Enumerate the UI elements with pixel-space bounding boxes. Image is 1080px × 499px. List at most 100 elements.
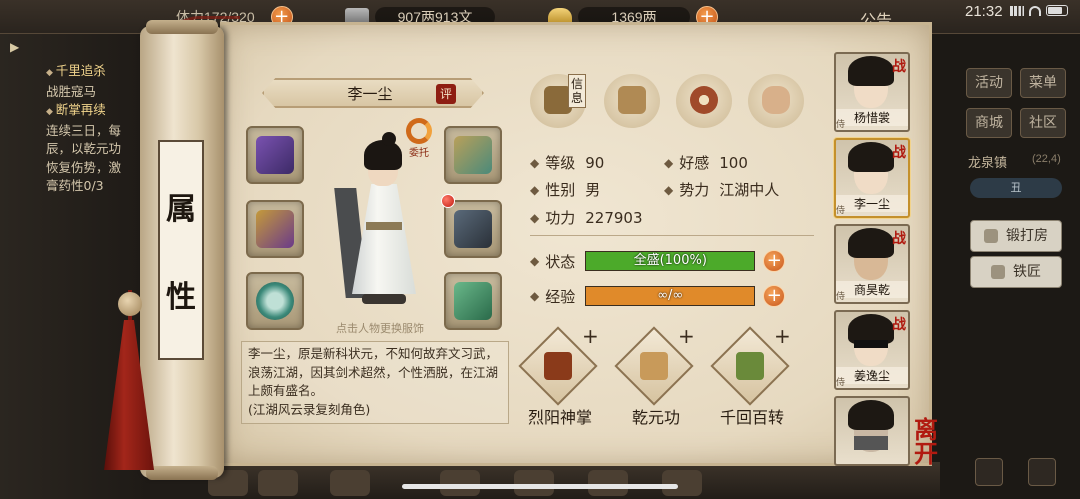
diamond-icon: ◆ xyxy=(530,182,540,197)
battle-badge: 战 xyxy=(892,145,906,161)
hero-topknot xyxy=(382,132,396,146)
skill-scroll-icon xyxy=(736,352,764,380)
rate-button[interactable]: 评 xyxy=(436,84,456,104)
leave-button[interactable]: 离开 xyxy=(914,418,958,468)
blacksmith-icon xyxy=(991,265,1005,279)
equip-slot-ring[interactable] xyxy=(246,272,304,330)
quest-title: 千里追杀 xyxy=(46,62,146,83)
scroll-title-char: 属 xyxy=(166,192,196,227)
tassel-knot xyxy=(118,292,142,316)
square-button-2[interactable] xyxy=(1028,458,1056,486)
equip-slot-hat[interactable] xyxy=(444,126,502,184)
jade-pendant-icon xyxy=(454,282,492,320)
scroll-title-slip: 属 性 xyxy=(158,140,204,360)
signal-icon xyxy=(1010,5,1024,16)
skill-upgrade-plus[interactable]: + xyxy=(582,324,599,348)
bottom-nav-item[interactable] xyxy=(662,470,702,496)
meridian-tab-icon xyxy=(762,86,790,114)
diamond-icon: ◆ xyxy=(530,210,540,225)
roster-card[interactable]: 战 商昊乾 侍 xyxy=(834,224,910,304)
party-roster: 战 杨惜裳 侍 战 李一尘 侍 战 商昊乾 侍 战 姜逸尘 侍 xyxy=(834,52,918,482)
skill-slot-2[interactable]: + 乾元功 xyxy=(614,324,696,427)
forge-icon xyxy=(984,229,998,243)
battle-badge: 战 xyxy=(892,317,906,333)
status-bar: 全盛(100%) xyxy=(585,251,756,271)
battle-badge: 战 xyxy=(892,231,906,247)
community-button[interactable]: 社区 xyxy=(1020,108,1066,138)
bottom-nav-bar xyxy=(220,462,940,499)
armor-icon xyxy=(454,210,492,248)
jade-ring-icon xyxy=(256,282,294,320)
character-portrait[interactable] xyxy=(330,122,440,314)
roster-name: 杨惜裳 xyxy=(836,109,908,126)
shop-button[interactable]: 商城 xyxy=(966,108,1012,138)
hero-hair xyxy=(364,140,402,170)
quest-title: 断掌再续 xyxy=(46,101,146,122)
skill-name: 烈阳神掌 xyxy=(527,408,592,427)
roster-card[interactable] xyxy=(834,396,910,466)
activity-button[interactable]: 活动 xyxy=(966,68,1012,98)
roster-card-selected[interactable]: 战 李一尘 侍 xyxy=(834,138,910,218)
skill-upgrade-plus[interactable]: + xyxy=(774,324,791,348)
blindfold xyxy=(854,340,888,348)
equip-slot-helmet[interactable] xyxy=(246,126,304,184)
tab-bagua[interactable] xyxy=(676,74,732,128)
diamond-icon: ◆ xyxy=(530,155,540,170)
power-label: 功力 xyxy=(545,209,576,227)
face-mask xyxy=(854,436,888,450)
bottom-nav-item[interactable] xyxy=(588,470,628,496)
bottom-nav-item[interactable] xyxy=(258,470,298,496)
roster-name: 姜逸尘 xyxy=(836,367,908,384)
skill-upgrade-plus[interactable]: + xyxy=(678,324,695,348)
battery-icon xyxy=(1046,5,1068,16)
menu-button[interactable]: 菜单 xyxy=(1020,68,1066,98)
stat-power: ◆ 功力 227903 xyxy=(530,207,643,228)
portrait-hair xyxy=(848,56,894,86)
exp-bar-value: ∞/∞ xyxy=(657,288,684,303)
forge-house-button[interactable]: 锻打房 xyxy=(970,220,1062,252)
town-name: 龙泉镇 xyxy=(968,156,1008,171)
favor-label: 好感 xyxy=(679,154,710,172)
bottom-nav-item[interactable] xyxy=(514,470,554,496)
system-icons xyxy=(1010,5,1068,16)
blacksmith-button[interactable]: 铁匠 xyxy=(970,256,1062,288)
quest-line: 膏药性0/3 xyxy=(46,178,104,193)
bottom-nav-item[interactable] xyxy=(440,470,480,496)
character-description-box: 李一尘，原是新科状元，不知何故弃文习武，浪荡江湖，因其剑术超然，个性洒脱，在江湖… xyxy=(241,341,509,424)
quest-line: 战胜寇马 xyxy=(46,83,97,99)
add-exp-button[interactable]: + xyxy=(763,285,786,307)
battle-badge: 战 xyxy=(892,59,906,75)
skill-slot-3[interactable]: + 千回百转 xyxy=(710,324,792,427)
bracer-icon xyxy=(256,210,294,248)
quest-expand-toggle[interactable]: ▶ xyxy=(10,40,19,54)
skill-slot-1[interactable]: + 烈阳神掌 xyxy=(518,324,600,427)
equip-slot-armor[interactable] xyxy=(444,200,502,258)
square-button-1[interactable] xyxy=(975,458,1003,486)
tab-martial-arts[interactable] xyxy=(604,74,660,128)
skill-name: 千回百转 xyxy=(719,408,784,427)
hat-icon xyxy=(454,136,492,174)
portrait-hair xyxy=(848,142,894,172)
roster-name: 李一尘 xyxy=(836,195,908,212)
status-row: ◆ 状态 全盛(100%) + xyxy=(530,250,786,272)
faction-label: 势力 xyxy=(679,181,710,199)
gender-value: 男 xyxy=(585,181,601,199)
restore-status-button[interactable]: + xyxy=(763,250,786,272)
tab-meridian[interactable] xyxy=(748,74,804,128)
exp-row: ◆ 经验 ∞/∞ + xyxy=(530,285,786,307)
stats-divider xyxy=(530,235,814,236)
equip-slot-accessory[interactable] xyxy=(444,272,502,330)
bottom-nav-item[interactable] xyxy=(330,470,370,496)
portrait-hair xyxy=(848,400,894,430)
hero-feet xyxy=(362,294,406,304)
roster-card[interactable]: 战 姜逸尘 侍 xyxy=(834,310,910,390)
skill-scroll-icon xyxy=(544,352,572,380)
scroll-tab-icon xyxy=(618,86,646,114)
helmet-icon xyxy=(256,136,294,174)
diamond-icon: ◆ xyxy=(530,254,540,268)
gender-label: 性别 xyxy=(545,181,576,199)
equip-slot-bracer[interactable] xyxy=(246,200,304,258)
roster-card[interactable]: 战 杨惜裳 侍 xyxy=(834,52,910,132)
quest-tracker[interactable]: 千里追杀战胜寇马断掌再续连续三日，每辰，以乾元功恢复伤势，激膏药性0/3 xyxy=(46,62,146,196)
hero-robe xyxy=(352,184,416,294)
